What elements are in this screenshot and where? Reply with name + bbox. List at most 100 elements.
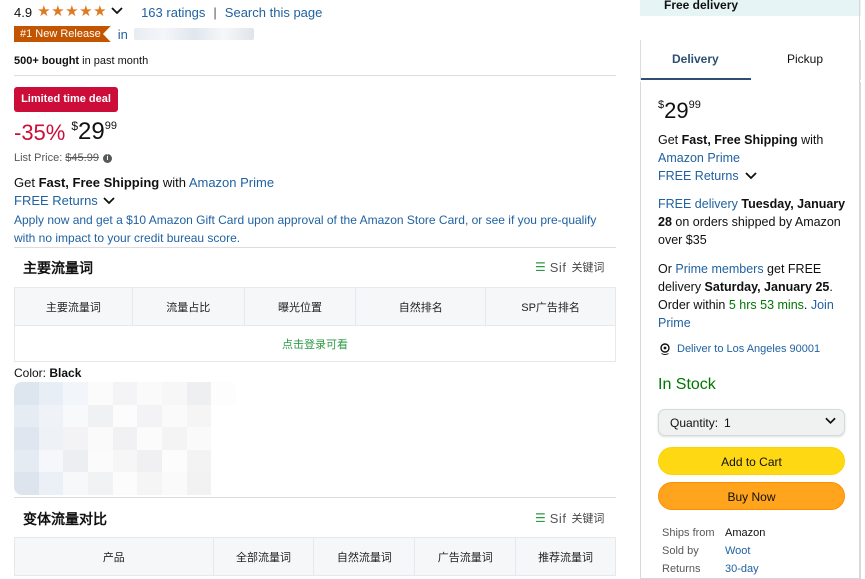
free-delivery-banner: Free delivery — [640, 0, 861, 16]
free-returns-label: FREE Returns — [14, 193, 98, 208]
star-icon: ★ — [65, 3, 79, 20]
shipping-fast: Fast, Free Shipping — [38, 175, 160, 190]
stock-status: In Stock — [658, 376, 716, 393]
amazon-prime-link[interactable]: Amazon Prime — [658, 151, 740, 165]
star-icon: ★ — [37, 3, 51, 20]
chevron-down-icon — [103, 193, 115, 208]
returns-label: Returns — [662, 563, 701, 575]
variants-section-title: 变体流量对比 — [23, 511, 107, 527]
table-header: 主要流量词 — [14, 287, 133, 326]
ships-from-row: Ships from Amazon — [662, 527, 765, 539]
keywords-table: 主要流量词 流量占比 曝光位置 自然排名 SP广告排名 点击登录可看 — [14, 287, 616, 362]
prime-delivery-offer: Or Prime members get FREE delivery Satur… — [658, 260, 858, 332]
buy-box: $ 29 99 Get Fast, Free Shipping with Ama… — [640, 82, 861, 579]
table-header: 自然流量词 — [313, 537, 416, 576]
buybox-price: $ 29 99 — [658, 98, 701, 124]
table-header: 自然排名 — [355, 287, 487, 326]
table-header: 产品 — [14, 537, 214, 576]
info-icon[interactable]: i — [102, 153, 112, 163]
category-link[interactable] — [133, 28, 254, 40]
table-header: 推荐流量词 — [515, 537, 616, 576]
separator: | — [213, 4, 217, 20]
returns-link[interactable]: 30-day — [725, 563, 759, 575]
deliver-to-location[interactable]: Deliver to Los Angeles 90001 — [659, 343, 820, 355]
quantity-value: 1 — [724, 415, 731, 430]
free-returns-label: FREE Returns — [658, 169, 739, 183]
prime-members-link[interactable]: Prime members — [675, 262, 763, 276]
color-value: Black — [49, 366, 82, 380]
category-prefix: in — [117, 26, 128, 42]
ships-from-value: Amazon — [725, 527, 766, 539]
prime-dot: . — [803, 298, 811, 312]
tab-pickup[interactable]: Pickup — [787, 52, 823, 66]
price-symbol: $ — [71, 119, 79, 133]
ships-from-label: Ships from — [662, 527, 715, 539]
rating-row: 4.9 ★ ★ ★ ★ ★ 163 ratings | Search this … — [14, 4, 322, 20]
table-header: SP广告排名 — [485, 287, 616, 326]
add-to-cart-button[interactable]: Add to Cart — [658, 447, 845, 475]
sif-keywords-button[interactable]: ☰ Sif 关键词 — [535, 259, 604, 275]
star-rating[interactable]: ★ ★ ★ ★ ★ — [37, 3, 107, 20]
free-returns-link[interactable]: FREE Returns — [14, 193, 115, 208]
delivery-tabs: Delivery Pickup — [640, 40, 861, 80]
price-whole: 29 — [78, 118, 105, 145]
tab-delivery[interactable]: Delivery — [672, 52, 719, 66]
sif-word: Sif — [549, 259, 567, 275]
star-icon: ★ — [51, 3, 65, 20]
search-page-link[interactable]: Search this page — [225, 5, 323, 20]
sold-by-row: Sold by Woot — [662, 545, 750, 557]
color-swatch-image[interactable] — [14, 382, 236, 495]
sif-word: Sif — [549, 510, 567, 526]
divider — [14, 247, 616, 248]
active-tab-indicator — [641, 78, 751, 80]
table-header: 全部流量词 — [212, 537, 315, 576]
buybox-shipping: Get Fast, Free Shipping with Amazon Prim… — [658, 131, 858, 167]
sif-label: 关键词 — [571, 513, 605, 525]
current-price: $ 29 99 — [71, 118, 117, 146]
shipping-with: with — [797, 133, 824, 147]
deal-badge: Limited time deal — [14, 87, 118, 112]
price-row: -35% $ 29 99 — [14, 118, 117, 148]
product-info-column: 4.9 ★ ★ ★ ★ ★ 163 ratings | Search this … — [0, 0, 630, 579]
sif-keywords-button[interactable]: ☰ Sif 关键词 — [535, 510, 604, 526]
table-header: 曝光位置 — [243, 287, 357, 326]
new-release-badge: #1 New Release — [14, 26, 111, 42]
list-price: List Price: $45.99 i — [14, 152, 112, 164]
buy-now-button[interactable]: Buy Now — [658, 482, 845, 510]
sold-by-label: Sold by — [662, 545, 699, 557]
ratings-link[interactable]: 163 ratings — [141, 5, 205, 20]
list-icon: ☰ — [535, 260, 546, 274]
prime-or: Or — [658, 262, 676, 276]
page-edge-divider — [859, 0, 860, 579]
shipping-line: Get Fast, Free Shipping with Amazon Prim… — [14, 175, 274, 190]
returns-row: Returns 30-day — [662, 563, 759, 575]
divider — [14, 75, 616, 76]
prime-delivery-date: Saturday, January 25 — [704, 280, 830, 294]
bought-count-rest: in past month — [79, 55, 149, 67]
price-whole: 29 — [664, 98, 689, 123]
color-label: Color: Black — [14, 366, 81, 380]
shipping-get: Get — [658, 133, 682, 147]
rating-value: 4.9 — [14, 4, 33, 20]
list-icon: ☰ — [535, 511, 546, 525]
delivery-estimate: FREE delivery Tuesday, January 28 on ord… — [658, 195, 858, 249]
free-delivery-link[interactable]: FREE delivery — [658, 197, 738, 211]
delivery-rest: on orders shipped by Amazon over $35 — [658, 215, 841, 247]
keywords-section-title: 主要流量词 — [23, 260, 93, 276]
new-release-row: #1 New Release in — [14, 26, 254, 42]
price-fraction: 99 — [688, 99, 701, 111]
list-price-label: List Price: — [14, 152, 63, 164]
shipping-fast: Fast, Free Shipping — [681, 133, 798, 147]
store-card-offer-link[interactable]: Apply now and get a $10 Amazon Gift Card… — [14, 211, 614, 247]
location-text: Deliver to Los Angeles 90001 — [677, 343, 821, 355]
chevron-down-icon[interactable] — [111, 6, 123, 18]
quantity-select[interactable]: Quantity: 1 — [658, 409, 845, 436]
discount-percent: -35% — [14, 120, 66, 145]
price-fraction: 99 — [104, 120, 117, 132]
login-prompt-link[interactable]: 点击登录可看 — [14, 325, 616, 362]
amazon-prime-link[interactable]: Amazon Prime — [189, 175, 274, 190]
seller-link[interactable]: Woot — [725, 545, 750, 557]
location-pin-icon — [660, 343, 670, 355]
buybox-free-returns-link[interactable]: FREE Returns — [658, 167, 858, 185]
quantity-label: Quantity: — [670, 415, 719, 430]
